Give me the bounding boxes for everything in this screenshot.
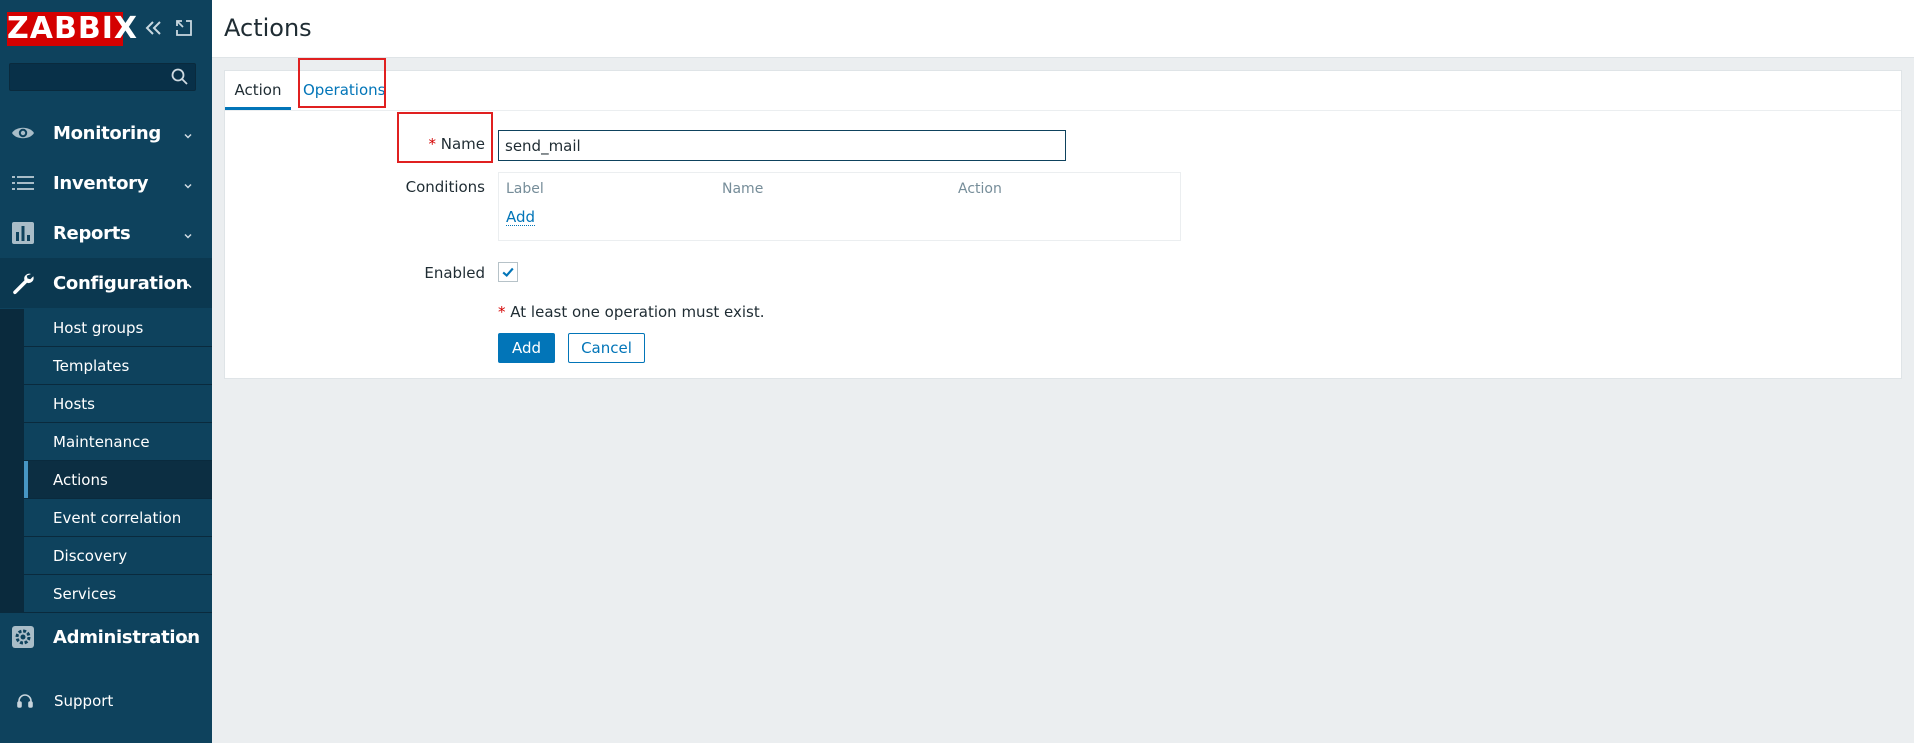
submenu-actions[interactable]: Actions	[24, 461, 212, 498]
conditions-col-action: Action	[958, 181, 1002, 197]
operations-hint: * At least one operation must exist.	[498, 303, 765, 321]
required-marker: *	[428, 135, 436, 153]
menu-reports[interactable]: Reports	[0, 208, 212, 258]
configuration-submenu: Host groups Templates Hosts Maintenance …	[0, 309, 212, 613]
menu-label: Reports	[53, 222, 131, 244]
collapse-sidebar-icon[interactable]	[141, 16, 165, 40]
sidebar: ZABBIX Monitoring Inventory Reports Conf…	[0, 0, 212, 743]
tab-bar: Action Operations	[225, 71, 1901, 111]
enabled-checkbox[interactable]	[498, 262, 518, 282]
chevron-down-icon	[182, 227, 194, 239]
support-label: Support	[54, 692, 114, 710]
support-link[interactable]: Support	[0, 686, 212, 716]
enabled-label: Enabled	[424, 264, 485, 282]
menu-configuration[interactable]: Configuration	[0, 258, 212, 308]
sidebar-search	[9, 63, 196, 91]
headset-icon	[16, 692, 34, 710]
menu-label: Monitoring	[53, 122, 161, 144]
menu-administration[interactable]: Administration	[0, 612, 212, 662]
chevron-down-icon	[182, 631, 194, 643]
menu-label: Inventory	[53, 172, 149, 194]
action-form: Action Operations * Name Conditions Labe…	[224, 70, 1902, 379]
submenu-services[interactable]: Services	[24, 575, 212, 612]
list-icon	[11, 171, 35, 195]
submenu-host-groups[interactable]: Host groups	[24, 309, 212, 346]
tab-operations[interactable]: Operations	[303, 71, 385, 110]
conditions-label: Conditions	[405, 178, 485, 196]
menu-monitoring[interactable]: Monitoring	[0, 108, 212, 158]
page-title: Actions	[224, 14, 312, 42]
cancel-button[interactable]: Cancel	[568, 333, 645, 363]
submenu-templates[interactable]: Templates	[24, 347, 212, 384]
zabbix-logo[interactable]: ZABBIX	[7, 12, 137, 46]
wrench-icon	[11, 271, 35, 295]
bar-chart-icon	[11, 221, 35, 245]
chevron-up-icon	[182, 277, 194, 289]
add-condition-link[interactable]: Add	[506, 209, 536, 226]
gear-icon	[11, 625, 35, 649]
conditions-table: Label Name Action Add	[498, 172, 1181, 241]
menu-label: Configuration	[53, 272, 189, 294]
submenu-hosts[interactable]: Hosts	[24, 385, 212, 422]
conditions-col-name: Name	[722, 181, 764, 197]
name-input[interactable]	[498, 130, 1066, 161]
submenu-maintenance[interactable]: Maintenance	[24, 423, 212, 460]
eye-icon	[11, 121, 35, 145]
search-icon[interactable]	[170, 67, 190, 87]
kiosk-mode-icon[interactable]	[172, 16, 196, 40]
search-input[interactable]	[14, 67, 168, 89]
submenu-event-correlation[interactable]: Event correlation	[24, 499, 212, 536]
tab-action[interactable]: Action	[225, 71, 291, 110]
menu-inventory[interactable]: Inventory	[0, 158, 212, 208]
submenu-discovery[interactable]: Discovery	[24, 537, 212, 574]
name-label: * Name	[428, 135, 485, 153]
checkmark-icon	[502, 267, 514, 277]
menu-label: Administration	[53, 626, 200, 648]
chevron-down-icon	[182, 127, 194, 139]
conditions-col-label: Label	[506, 181, 544, 197]
chevron-down-icon	[182, 177, 194, 189]
page-header: Actions	[212, 0, 1914, 58]
add-button[interactable]: Add	[498, 333, 555, 363]
